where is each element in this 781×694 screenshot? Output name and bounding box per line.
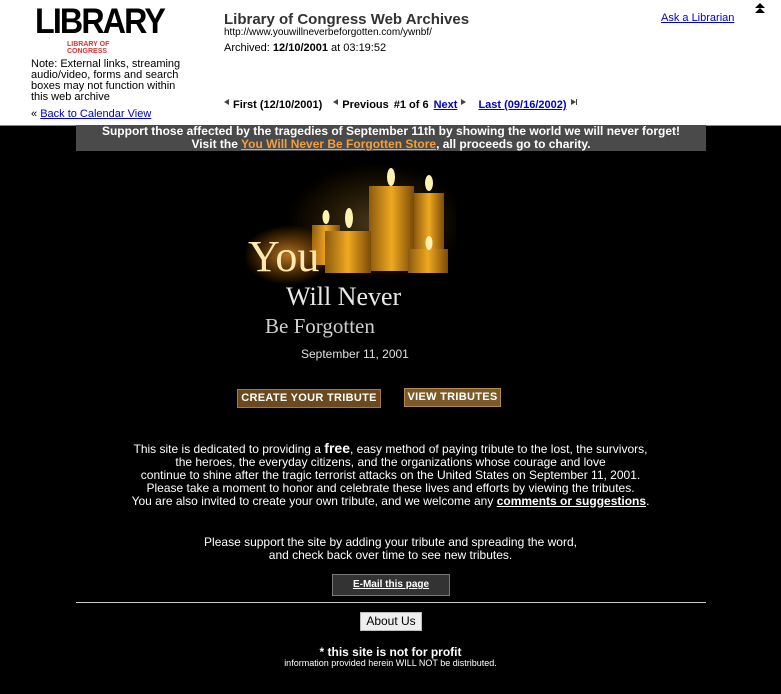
back-prefix: «	[31, 108, 38, 120]
email-page-button[interactable]: E-Mail this page	[332, 574, 450, 596]
dedication-line-1: This site is dedicated to providing a fr…	[120, 440, 661, 456]
support-site-text: Please support the site by adding your t…	[180, 536, 601, 562]
last-bar-icon	[575, 99, 577, 105]
archived-date: 12/10/2001	[272, 42, 328, 54]
dedication-line1-post: , easy method of paying tribute to the l…	[349, 442, 648, 456]
back-to-calendar-link[interactable]: Back to Calendar View	[40, 108, 151, 120]
archive-note: Note: External links, streaming audio/vi…	[31, 58, 181, 103]
hero-be-forgotten-text: Be Forgotten	[265, 314, 375, 338]
dedication-line5-post: .	[646, 494, 650, 508]
candles-hero-image: You Will Never Be Forgotten September 11…	[246, 163, 456, 361]
support-banner: Support those affected by the tragedies …	[76, 125, 706, 151]
create-tribute-button[interactable]: CREATE YOUR TRIBUTE	[237, 389, 381, 408]
not-for-profit-text: * this site is not for profit	[319, 645, 462, 659]
dedication-line5-pre: You are also invited to create your own …	[131, 494, 494, 508]
hero-will-never-text: Will Never	[286, 282, 402, 311]
logo-subtext: LIBRARY OF CONGRESS	[67, 41, 110, 55]
back-to-calendar: « Back to Calendar View	[31, 108, 151, 120]
dedication-free: free	[324, 440, 350, 456]
ask-librarian-link[interactable]: Ask a Librarian	[661, 12, 734, 24]
hero-date-text: September 11, 2001	[301, 347, 409, 361]
archive-header: LIBRARY LIBRARY OF CONGRESS Note: Extern…	[0, 0, 781, 126]
scroll-up-icon[interactable]	[754, 2, 766, 14]
dedication-text: This site is dedicated to providing a fr…	[120, 440, 661, 508]
support-site-line-2: and check back over time to see new trib…	[268, 548, 513, 562]
comments-link[interactable]: comments or suggestions	[497, 494, 646, 508]
divider	[76, 602, 706, 603]
logo-text: LIBRARY	[35, 2, 166, 41]
support-line-2-pre: Visit the	[191, 137, 238, 151]
archived-time: at 03:19:52	[331, 42, 387, 54]
archive-navigation: First (12/10/2001) Previous #1 of 6 Next…	[224, 99, 577, 111]
support-line-2-post: , all proceeds go to charity.	[436, 137, 591, 151]
not-distributed-text: information provided herein WILL NOT be …	[284, 658, 497, 668]
archive-title: Library of Congress Web Archives	[224, 11, 470, 28]
nav-next-link[interactable]: Next	[434, 99, 458, 111]
view-tributes-button[interactable]: VIEW TRIBUTES	[404, 388, 501, 407]
nav-previous: Previous	[342, 99, 389, 111]
nav-position: #1 of 6	[393, 99, 429, 111]
archive-url: http://www.youwillneverbeforgotten.com/y…	[224, 27, 432, 38]
archived-info: Archived: 12/10/2001 at 03:19:52	[224, 42, 386, 54]
hero-you-text: You	[248, 232, 319, 281]
loc-logo[interactable]: LIBRARY LIBRARY OF CONGRESS	[35, 2, 166, 56]
dedication-line-5: You are also invited to create your own …	[120, 495, 661, 508]
support-line-2: Visit the You Will Never Be Forgotten St…	[76, 138, 706, 151]
store-link[interactable]: You Will Never Be Forgotten Store	[241, 137, 436, 151]
archived-label: Archived:	[224, 42, 270, 54]
about-us-button[interactable]: About Us	[360, 612, 422, 631]
nav-last-link[interactable]: Last (09/16/2002)	[478, 99, 566, 111]
nav-first: First (12/10/2001)	[233, 99, 323, 111]
dedication-pre: This site is dedicated to providing a	[133, 442, 321, 456]
